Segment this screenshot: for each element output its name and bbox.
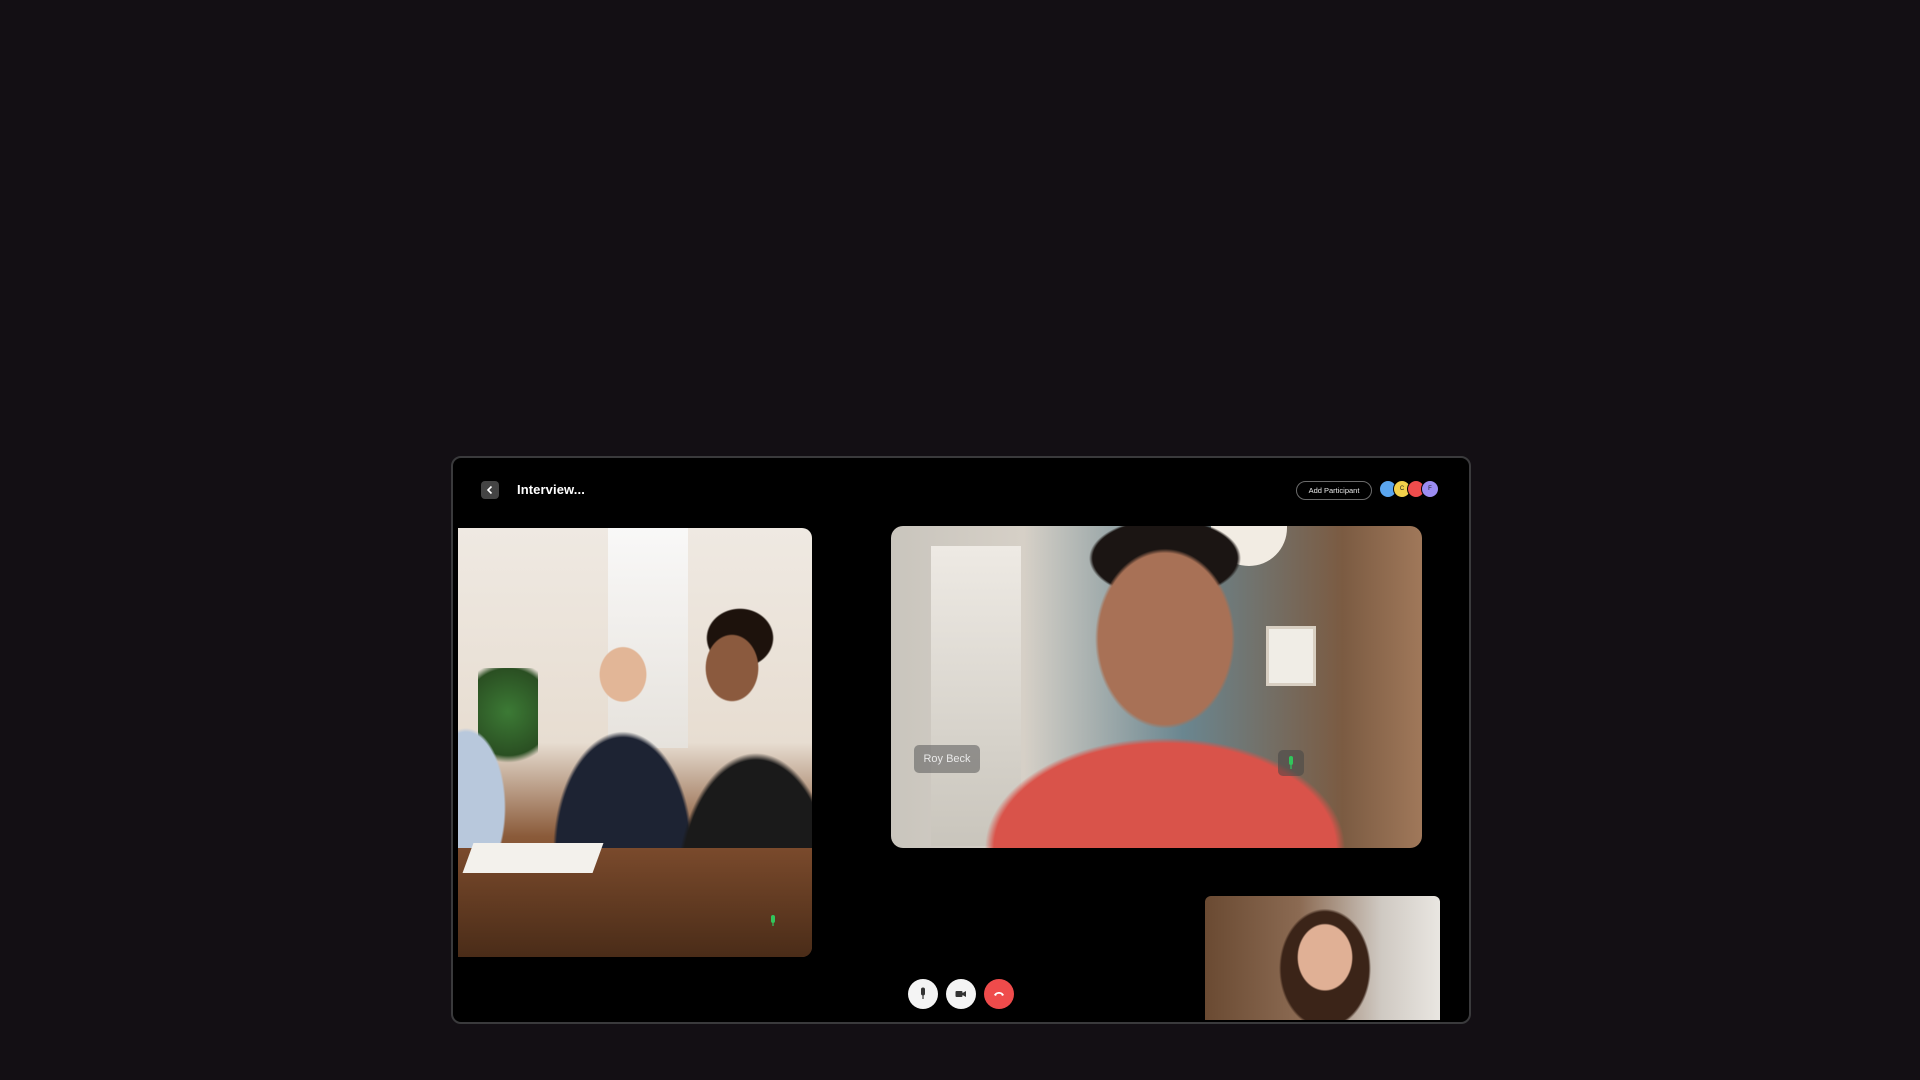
mic-icon [921, 987, 925, 999]
camera-toggle-button[interactable] [946, 979, 976, 1009]
main-speaker-tile[interactable]: Roy Beck [891, 526, 1422, 848]
phone-hangup-icon [994, 992, 1004, 996]
group-mic-indicator [765, 913, 781, 929]
end-call-button[interactable] [984, 979, 1014, 1009]
chevron-left-icon [486, 485, 493, 495]
participant-avatars[interactable]: C F [1379, 480, 1439, 498]
add-participant-button[interactable]: Add Participant [1296, 481, 1372, 500]
back-button[interactable] [481, 481, 499, 499]
mic-icon [771, 915, 775, 926]
speaker-image [961, 526, 1361, 848]
call-title: Interview... [517, 482, 585, 497]
notebook-image [462, 843, 604, 873]
mic-toggle-button[interactable] [908, 979, 938, 1009]
mic-icon [1289, 756, 1293, 769]
speaker-mic-indicator[interactable] [1278, 750, 1304, 776]
group-video-tile[interactable] [458, 528, 812, 957]
self-image [1260, 906, 1390, 1020]
self-view-tile[interactable] [1205, 896, 1440, 1020]
avatar[interactable]: F [1421, 480, 1439, 498]
video-icon [955, 991, 966, 997]
video-call-window: Interview... Add Participant C F Roy Bec… [451, 456, 1471, 1024]
speaker-name-label: Roy Beck [914, 745, 980, 773]
